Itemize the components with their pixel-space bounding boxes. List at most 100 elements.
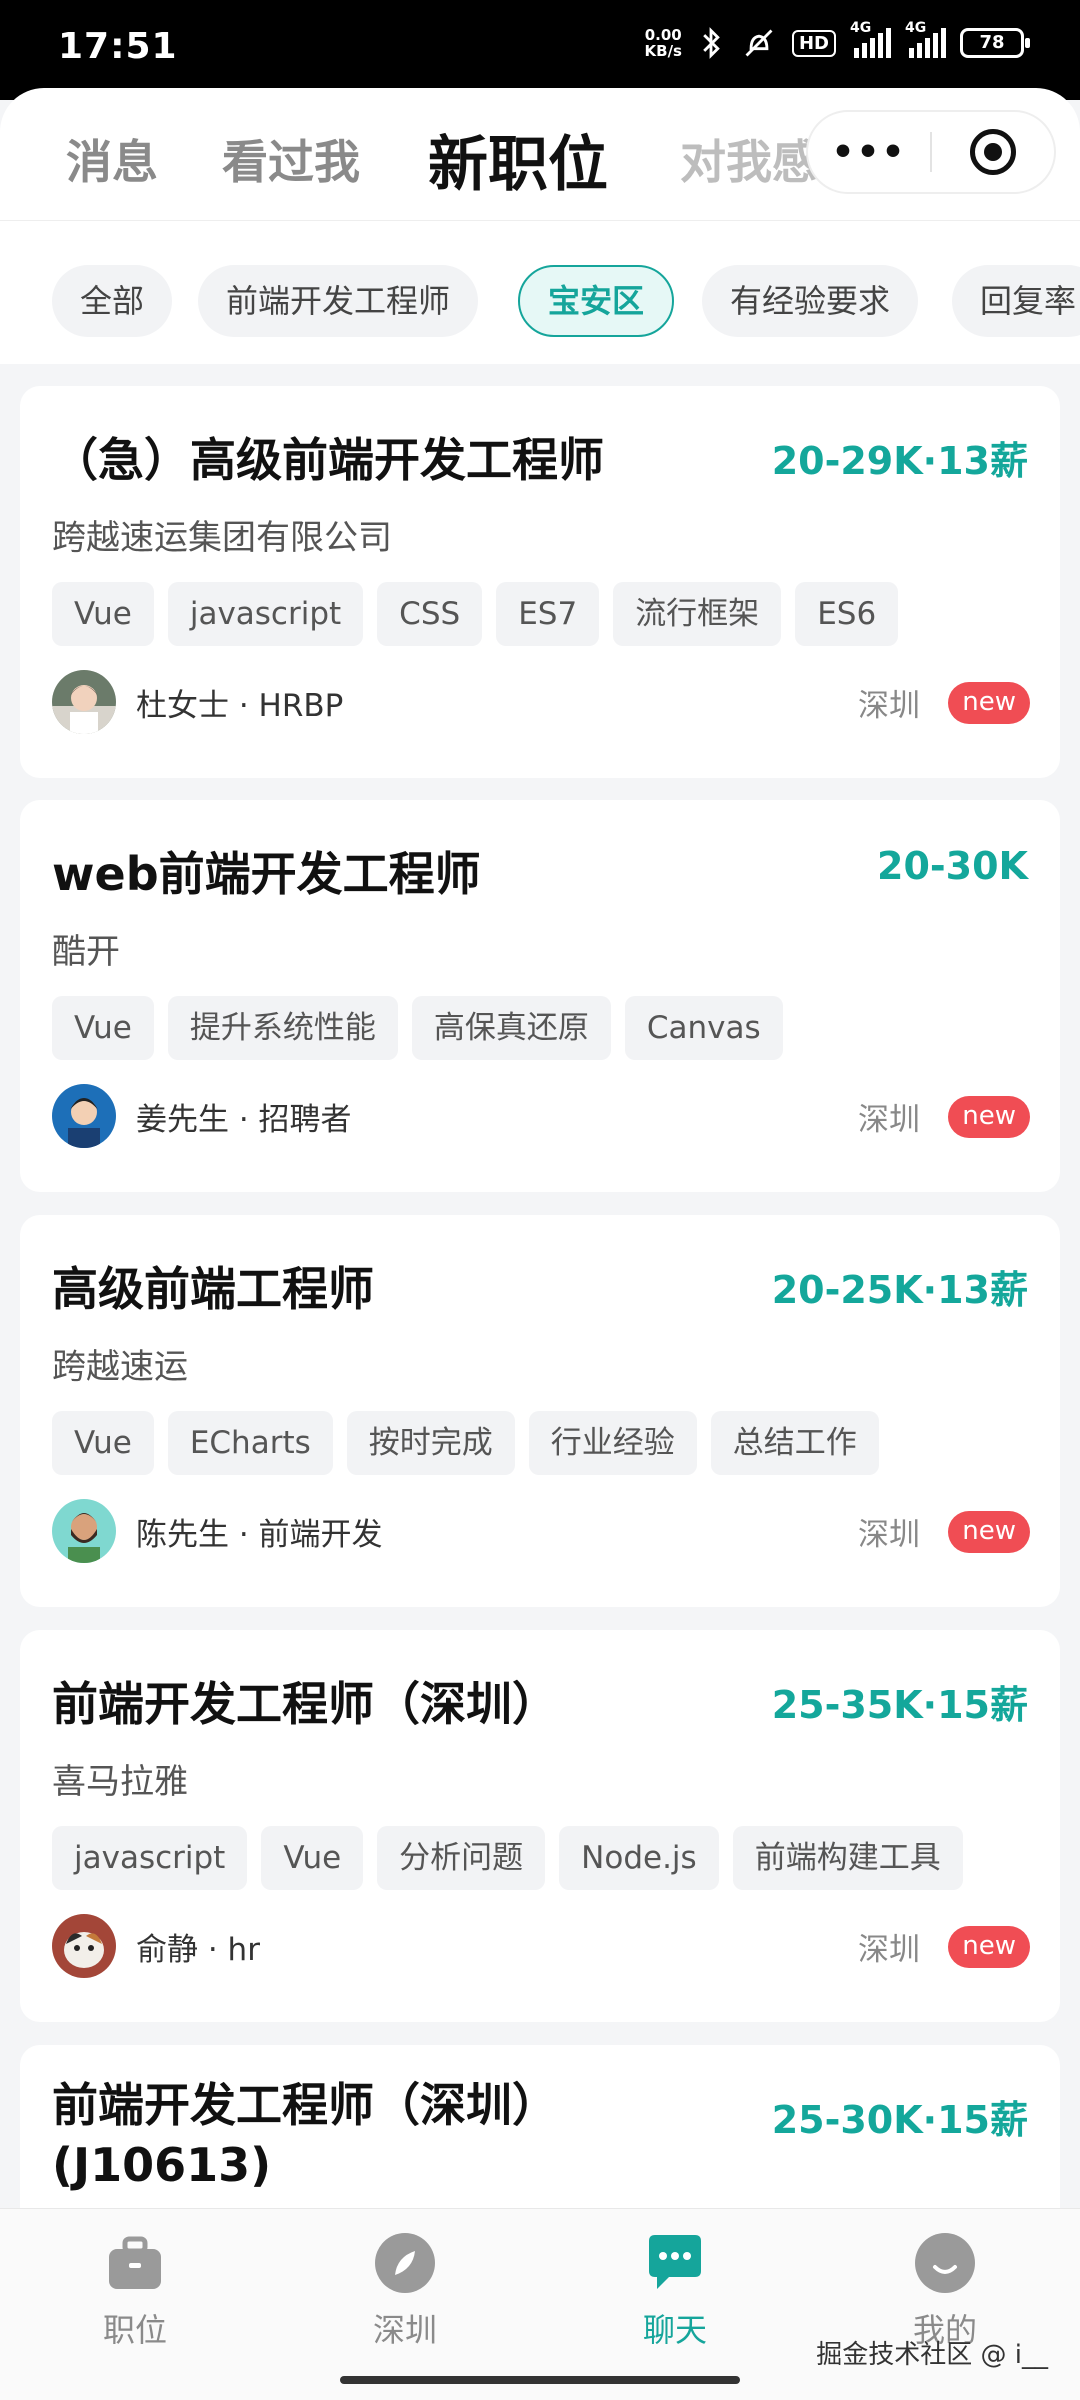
avatar <box>52 1499 116 1563</box>
avatar <box>52 670 116 734</box>
job-location: 深圳 <box>858 1517 920 1553</box>
tab-messages[interactable]: 消息 <box>66 126 158 192</box>
mute-icon <box>745 29 773 57</box>
signal-label-2: 4G <box>905 20 927 36</box>
recruiter-name: 杜女士 · HRBP <box>136 687 344 724</box>
mini-program-capsule: ••• <box>806 110 1056 194</box>
job-tags: javascript Vue 分析问题 Node.js 前端构建工具 <box>52 1826 963 1890</box>
new-badge: new <box>948 1511 1030 1553</box>
job-tags: Vue ECharts 按时完成 行业经验 总结工作 <box>52 1411 879 1475</box>
job-tag: CSS <box>377 582 483 646</box>
avatar <box>52 1914 116 1978</box>
job-title: 前端开发工程师（深圳） <box>52 1677 558 1731</box>
watermark: 掘金技术社区 @ i__ <box>816 2340 1048 2370</box>
recruiter-name: 陈先生 · 前端开发 <box>136 1516 383 1553</box>
nav-me[interactable]: 我的 <box>875 2231 1015 2351</box>
bottom-nav: 职位 深圳 聊天 我的 <box>0 2208 1080 2400</box>
company-name: 酷开 <box>52 932 120 972</box>
recruiter-info: 杜女士 · HRBP <box>52 670 343 734</box>
job-tag: Vue <box>52 1411 154 1475</box>
top-tab-bar: 消息 看过我 新职位 对我感 ••• <box>0 88 1080 220</box>
compass-icon <box>375 2233 435 2293</box>
filter-experience[interactable]: 有经验要求 <box>702 265 919 337</box>
job-card[interactable]: 高级前端工程师 20-25K·13薪 跨越速运 Vue ECharts 按时完成… <box>20 1215 1060 1607</box>
job-salary: 20-29K·13薪 <box>771 439 1028 483</box>
nav-positions[interactable]: 职位 <box>65 2231 205 2351</box>
tab-new-positions[interactable]: 新职位 <box>428 116 608 203</box>
signal-label-1: 4G <box>850 20 872 36</box>
job-location: 深圳 <box>858 688 920 724</box>
filter-baoan[interactable]: 宝安区 <box>518 265 675 337</box>
job-tags: Vue javascript CSS ES7 流行框架 ES6 <box>52 582 899 646</box>
job-title: （急）高级前端开发工程师 <box>52 433 604 487</box>
filter-bar: 全部 前端开发工程师 宝安区 有经验要求 回复率 <box>0 220 1080 364</box>
job-tag: Canvas <box>624 996 783 1060</box>
job-tag: Node.js <box>559 1826 719 1890</box>
bluetooth-icon <box>703 27 720 59</box>
job-tag: Vue <box>52 996 154 1060</box>
nav-shenzhen[interactable]: 深圳 <box>335 2231 475 2351</box>
new-badge: new <box>948 1926 1030 1968</box>
job-tag: javascript <box>52 1826 248 1890</box>
status-bar: 17:51 0.00 KB/s HD 4G 4G 78 <box>0 0 1080 100</box>
job-tag: 前端构建工具 <box>732 1826 963 1890</box>
recruiter-name: 姜先生 · 招聘者 <box>136 1101 352 1138</box>
nav-label: 聊天 <box>642 2311 707 2349</box>
job-card[interactable]: web前端开发工程师 20-30K 酷开 Vue 提升系统性能 高保真还原 Ca… <box>20 800 1060 1192</box>
job-tag: 提升系统性能 <box>167 996 398 1060</box>
job-salary: 25-35K·15薪 <box>771 1683 1028 1727</box>
company-name: 跨越速运 <box>52 1347 188 1387</box>
nav-label: 深圳 <box>372 2311 437 2349</box>
more-icon[interactable]: ••• <box>808 132 930 173</box>
job-tag: ECharts <box>167 1411 333 1475</box>
job-tag: 按时完成 <box>346 1411 515 1475</box>
job-tag: 总结工作 <box>710 1411 879 1475</box>
battery-icon: 78 <box>960 28 1030 58</box>
job-card[interactable]: 前端开发工程师（深圳） 25-35K·15薪 喜马拉雅 javascript V… <box>20 1630 1060 2022</box>
job-location: 深圳 <box>858 1102 920 1138</box>
job-title: 高级前端工程师 <box>52 1262 374 1316</box>
signal-icon-1: 4G <box>850 20 891 58</box>
nav-chat[interactable]: 聊天 <box>605 2231 745 2351</box>
job-tag: 高保真还原 <box>411 996 611 1060</box>
home-indicator[interactable] <box>340 2376 740 2384</box>
job-tag: javascript <box>167 582 364 646</box>
recruiter-info: 俞静 · hr <box>52 1914 260 1978</box>
job-salary: 25-30K·15薪 <box>771 2098 1028 2142</box>
new-badge: new <box>948 682 1030 724</box>
tab-viewed-me[interactable]: 看过我 <box>222 126 360 192</box>
new-badge: new <box>948 1096 1030 1138</box>
nav-label: 职位 <box>102 2311 167 2349</box>
job-tag: 分析问题 <box>377 1826 546 1890</box>
job-tag: 行业经验 <box>528 1411 697 1475</box>
net-speed-value: 0.00 <box>644 26 682 44</box>
job-salary: 20-25K·13薪 <box>771 1268 1028 1312</box>
job-location: 深圳 <box>858 1932 920 1968</box>
filter-frontend-engineer[interactable]: 前端开发工程师 <box>198 265 479 337</box>
job-tag: ES7 <box>496 582 600 646</box>
tab-interested-in-me[interactable]: 对我感 <box>680 126 818 192</box>
net-speed: 0.00 KB/s <box>645 27 682 59</box>
net-speed-unit: KB/s <box>644 42 682 60</box>
job-card[interactable]: （急）高级前端开发工程师 20-29K·13薪 跨越速运集团有限公司 Vue j… <box>20 386 1060 778</box>
profile-icon <box>915 2233 975 2293</box>
job-title: 前端开发工程师（深圳）(J10613) <box>52 2078 558 2192</box>
job-tag: Vue <box>261 1826 364 1890</box>
status-time: 17:51 <box>58 26 178 67</box>
signal-icon-2: 4G <box>905 20 946 58</box>
hd-icon: HD <box>791 29 836 57</box>
recruiter-info: 陈先生 · 前端开发 <box>52 1499 383 1563</box>
company-name: 跨越速运集团有限公司 <box>52 518 392 558</box>
company-name: 喜马拉雅 <box>52 1762 188 1802</box>
avatar <box>52 1084 116 1148</box>
close-target-icon[interactable] <box>932 129 1054 175</box>
recruiter-name: 俞静 · hr <box>136 1931 260 1968</box>
filter-reply-rate[interactable]: 回复率 <box>952 265 1080 337</box>
job-salary: 20-30K <box>877 844 1028 888</box>
briefcase-icon <box>109 2236 161 2289</box>
job-tag: Vue <box>52 582 154 646</box>
filter-all[interactable]: 全部 <box>52 265 173 337</box>
job-tag: 流行框架 <box>613 582 782 646</box>
status-icons: 0.00 KB/s HD 4G 4G 78 <box>645 20 1030 60</box>
job-tag: ES6 <box>795 582 899 646</box>
